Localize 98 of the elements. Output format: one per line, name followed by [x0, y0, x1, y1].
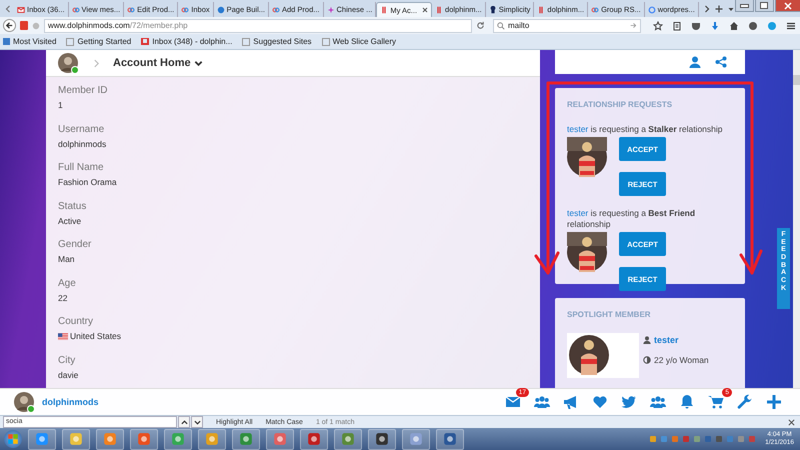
- flower-icon: [326, 6, 335, 14]
- field-value: United States: [70, 331, 122, 341]
- menu-icon[interactable]: [786, 20, 796, 30]
- reload-icon[interactable]: [476, 21, 485, 30]
- address-field[interactable]: www.dolphinmods.com/72/member.php: [44, 18, 472, 32]
- bars-icon: [537, 6, 546, 14]
- blank-page-icon: [66, 38, 74, 46]
- clipboard-icon[interactable]: [672, 20, 682, 30]
- close-icon: [784, 2, 792, 10]
- share-icon[interactable]: [715, 56, 727, 68]
- close-icon[interactable]: [422, 7, 428, 13]
- account-home-dropdown[interactable]: Account Home: [111, 57, 205, 69]
- taskbar-app-icon[interactable]: [368, 428, 396, 450]
- field-label: City: [58, 354, 76, 366]
- pocket-icon[interactable]: [691, 20, 701, 30]
- blank-page-icon: [242, 38, 250, 46]
- bookmark-item[interactable]: Suggested Sites: [242, 37, 312, 46]
- card-title: SPOTLIGHT MEMBER: [567, 310, 652, 319]
- megaphone-icon[interactable]: [563, 394, 579, 410]
- user-icon[interactable]: [689, 56, 701, 68]
- taskbar-app-icon[interactable]: [402, 428, 430, 450]
- search-icon: [497, 22, 505, 30]
- mail-icon: [141, 38, 150, 45]
- field-value: Fashion Orama: [58, 177, 117, 187]
- loop-icon: [127, 6, 136, 14]
- wrench-icon[interactable]: [737, 394, 753, 410]
- taskbar-app-icon[interactable]: [96, 428, 124, 450]
- taskbar-app-icon[interactable]: [28, 428, 56, 450]
- field-value: Man: [58, 254, 75, 264]
- bookmark-item[interactable]: Getting Started: [66, 37, 132, 46]
- bell-icon[interactable]: [679, 394, 695, 410]
- arrow-left-icon: [5, 21, 14, 30]
- home-icon[interactable]: [729, 20, 739, 30]
- card-title: RELATIONSHIP REQUESTS: [567, 100, 674, 109]
- request-text: tester is requesting a Stalker relationship: [567, 124, 724, 135]
- field-value: 22: [58, 292, 68, 302]
- taskbar-app-icon[interactable]: [62, 428, 90, 450]
- user-icon: [643, 336, 651, 344]
- field-label: Gender: [58, 239, 92, 250]
- arrow-right-icon[interactable]: [630, 22, 637, 29]
- bird-icon[interactable]: [621, 394, 637, 410]
- close-button[interactable]: [774, 0, 800, 12]
- chevron-left-icon[interactable]: [4, 4, 12, 12]
- download-icon[interactable]: [710, 20, 720, 30]
- bars-icon: [380, 6, 388, 14]
- minimize-button[interactable]: [734, 0, 754, 12]
- field-label: Full Name: [58, 162, 105, 173]
- blank-page-icon: [322, 38, 330, 46]
- maximize-button[interactable]: [754, 0, 774, 12]
- field-value: dolphinmods: [58, 138, 106, 148]
- field-label: Country: [58, 316, 94, 327]
- star-icon[interactable]: [653, 20, 663, 30]
- previous-button[interactable]: [178, 416, 190, 428]
- scrollbar[interactable]: [793, 50, 800, 388]
- plus-icon[interactable]: [766, 394, 782, 410]
- age-gender-text: 22 y/o Woman: [654, 355, 709, 365]
- group-icon[interactable]: [534, 394, 550, 410]
- taskbar-app-icon[interactable]: [436, 428, 464, 450]
- field-value: Active: [58, 216, 82, 226]
- field-value: 1: [58, 100, 63, 110]
- next-button[interactable]: [191, 416, 203, 428]
- search-field[interactable]: mailto: [493, 18, 641, 32]
- loop-icon: [72, 6, 80, 14]
- half-circle-icon: [643, 356, 651, 364]
- caret-down-icon: [194, 418, 200, 426]
- field-value: davie: [58, 370, 78, 380]
- bookmark-item[interactable]: Most Visited: [3, 37, 56, 46]
- site-icon: [20, 21, 28, 30]
- mail-icon[interactable]: [505, 394, 521, 410]
- field-label: Member ID: [58, 85, 108, 96]
- loop-icon: [272, 6, 280, 14]
- field-label: Age: [58, 278, 77, 288]
- plus-icon[interactable]: [714, 4, 723, 12]
- caret-up-icon: [180, 418, 188, 426]
- online-dot: [71, 66, 79, 74]
- bookmark-item[interactable]: Inbox (348) - dolphin...: [141, 37, 232, 46]
- cart-icon[interactable]: [708, 394, 724, 410]
- back-button[interactable]: [3, 19, 16, 32]
- bars-icon: [435, 6, 444, 14]
- chevron-right-icon: [92, 58, 101, 68]
- head-icon: [488, 6, 497, 14]
- four-squares-icon: [7, 433, 19, 445]
- loop-icon: [591, 6, 600, 14]
- heart-icon[interactable]: [592, 394, 608, 410]
- bookmark-item[interactable]: Web Slice Gallery: [322, 37, 396, 46]
- request-text: tester is requesting a Best Friend relationship: [567, 208, 696, 230]
- group-icon[interactable]: [650, 394, 666, 410]
- close-icon[interactable]: [788, 418, 795, 426]
- mail-icon: [17, 6, 25, 14]
- chevron-down-icon: [194, 58, 203, 68]
- field-label: Username: [58, 124, 106, 134]
- taskbar-app-icon[interactable]: [300, 428, 328, 450]
- field-label: Status: [58, 200, 88, 212]
- start-button[interactable]: [4, 430, 22, 448]
- page-icon: [3, 38, 10, 45]
- chevron-right-icon[interactable]: [702, 4, 711, 12]
- loop-icon: [181, 6, 190, 14]
- user-link[interactable]: dolphinmods: [42, 397, 98, 407]
